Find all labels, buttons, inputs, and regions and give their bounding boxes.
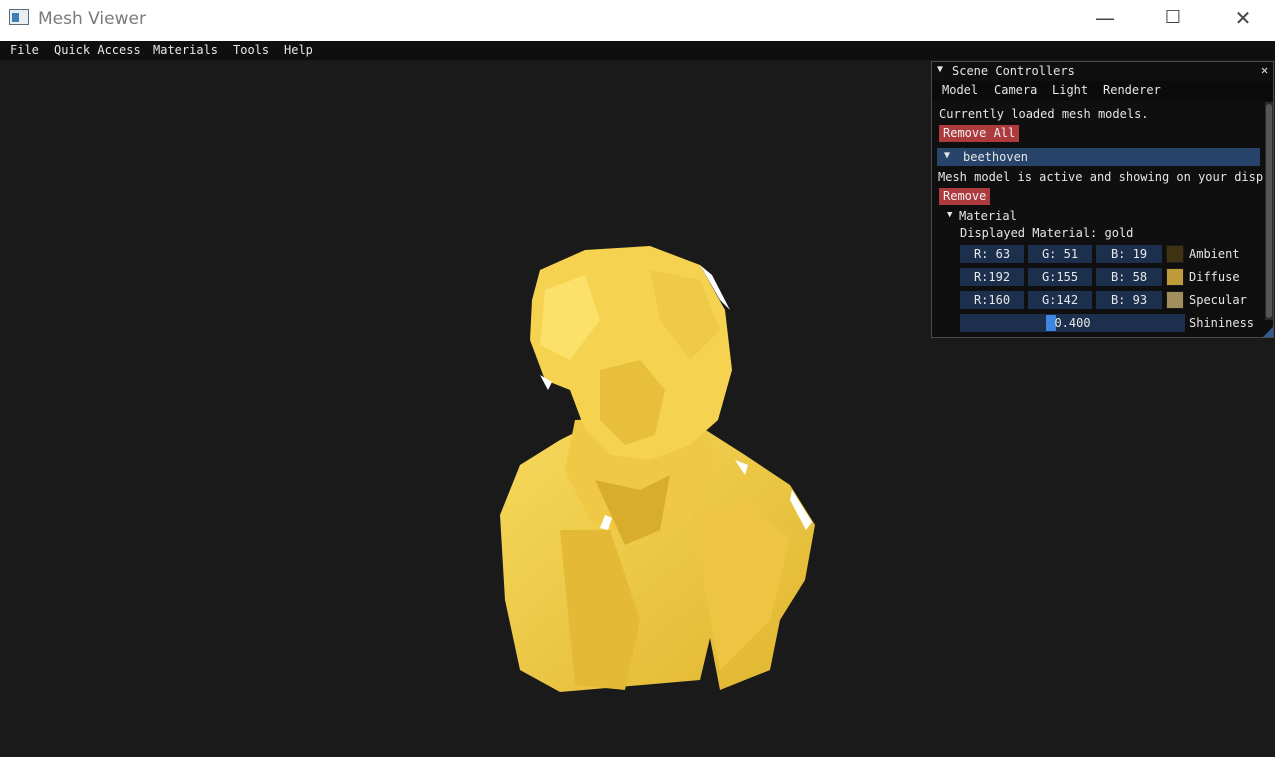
tab-camera[interactable]: Camera bbox=[994, 83, 1037, 97]
panel-scrollbar-thumb[interactable] bbox=[1266, 104, 1272, 318]
material-triangle-icon[interactable]: ▼ bbox=[947, 210, 952, 220]
window-title: Mesh Viewer bbox=[38, 9, 146, 29]
remove-model-button[interactable]: Remove bbox=[939, 188, 991, 205]
remove-all-button[interactable]: Remove All bbox=[939, 125, 1020, 142]
close-button[interactable]: ✕ bbox=[1208, 0, 1275, 38]
panel-close-icon[interactable]: ✕ bbox=[1261, 63, 1268, 77]
material-section-label[interactable]: Material bbox=[959, 209, 1017, 223]
specular-color-swatch[interactable] bbox=[1166, 291, 1184, 309]
minimize-button[interactable]: — bbox=[1070, 0, 1140, 38]
shininess-label: Shininess bbox=[1189, 316, 1255, 330]
diffuse-b-field[interactable]: B: 58 bbox=[1096, 268, 1162, 286]
diffuse-label: Diffuse bbox=[1189, 270, 1240, 284]
menu-materials[interactable]: Materials bbox=[153, 43, 218, 57]
menu-file[interactable]: File bbox=[10, 43, 39, 57]
specular-b-field[interactable]: B: 93 bbox=[1096, 291, 1162, 309]
menu-tools[interactable]: Tools bbox=[233, 43, 269, 57]
shininess-slider[interactable]: 0.400 bbox=[960, 314, 1185, 332]
tab-light[interactable]: Light bbox=[1052, 83, 1088, 97]
panel-scrollbar[interactable] bbox=[1265, 102, 1273, 320]
diffuse-color-swatch[interactable] bbox=[1166, 268, 1184, 286]
loaded-models-text: Currently loaded mesh models. bbox=[939, 107, 1149, 121]
diffuse-g-field[interactable]: G:155 bbox=[1028, 268, 1092, 286]
ambient-g-field[interactable]: G: 51 bbox=[1028, 245, 1092, 263]
panel-header[interactable]: ▼ Scene Controllers ✕ bbox=[932, 62, 1273, 80]
specular-r-field[interactable]: R:160 bbox=[960, 291, 1024, 309]
menu-help[interactable]: Help bbox=[284, 43, 313, 57]
diffuse-r-field[interactable]: R:192 bbox=[960, 268, 1024, 286]
ambient-color-swatch[interactable] bbox=[1166, 245, 1184, 263]
ambient-b-field[interactable]: B: 19 bbox=[1096, 245, 1162, 263]
tab-model[interactable]: Model bbox=[942, 83, 978, 97]
menu-quick-access[interactable]: Quick Access bbox=[54, 43, 141, 57]
app-icon bbox=[9, 9, 29, 25]
model-name: beethoven bbox=[963, 150, 1029, 164]
shininess-value: 0.400 bbox=[1054, 316, 1091, 330]
displayed-material-text: Displayed Material: gold bbox=[960, 226, 1134, 240]
model-status-text: Mesh model is active and showing on your… bbox=[938, 170, 1263, 184]
panel-title: Scene Controllers bbox=[952, 64, 1075, 78]
panel-resize-grip[interactable] bbox=[1263, 327, 1273, 337]
panel-tabs: Model Camera Light Renderer bbox=[932, 81, 1273, 101]
model-tree-header[interactable]: ▼ beethoven bbox=[937, 148, 1260, 166]
tab-renderer[interactable]: Renderer bbox=[1103, 83, 1161, 97]
collapse-triangle-icon[interactable]: ▼ bbox=[937, 64, 943, 75]
maximize-button[interactable]: ☐ bbox=[1138, 0, 1208, 38]
specular-g-field[interactable]: G:142 bbox=[1028, 291, 1092, 309]
ambient-label: Ambient bbox=[1189, 247, 1240, 261]
tree-triangle-icon: ▼ bbox=[944, 150, 951, 161]
title-bar: Mesh Viewer — ☐ ✕ bbox=[0, 0, 1275, 41]
ambient-r-field[interactable]: R: 63 bbox=[960, 245, 1024, 263]
specular-label: Specular bbox=[1189, 293, 1247, 307]
scene-controllers-panel[interactable]: ▼ Scene Controllers ✕ Model Camera Light… bbox=[931, 61, 1274, 338]
menu-bar: File Quick Access Materials Tools Help bbox=[0, 41, 1275, 61]
